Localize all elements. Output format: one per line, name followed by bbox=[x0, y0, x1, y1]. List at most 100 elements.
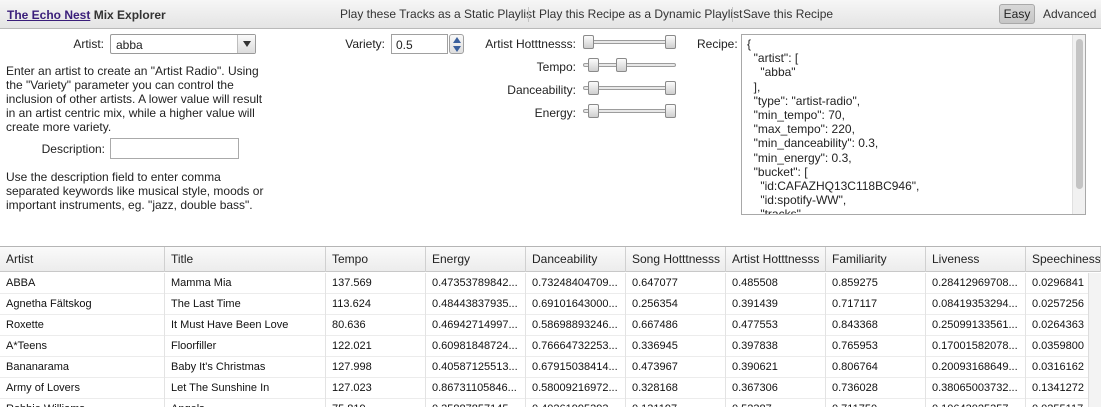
table-cell: 0.58698893246... bbox=[526, 315, 626, 336]
echo-nest-link[interactable]: The Echo Nest bbox=[7, 8, 90, 22]
table-cell: 0.25099133561... bbox=[926, 315, 1026, 336]
recipe-label: Recipe: bbox=[697, 37, 738, 51]
artist-dropdown-button[interactable] bbox=[237, 35, 255, 53]
table-row[interactable]: Army of Lovers Let The Sunshine In 127.023… bbox=[0, 378, 1101, 399]
scrollbar-thumb[interactable] bbox=[1076, 39, 1083, 189]
table-cell: Roxette bbox=[0, 315, 165, 336]
column-header[interactable]: Tempo bbox=[326, 247, 426, 272]
table-row[interactable]: ABBA Mamma Mia 137.569 0.47353789842... 0.73… bbox=[0, 273, 1101, 294]
recipe-json: { "artist": [ "abba" ], "type": "artist-… bbox=[747, 37, 919, 215]
slider-high-handle[interactable] bbox=[665, 81, 676, 95]
recipe-textarea[interactable]: { "artist": [ "abba" ], "type": "artist-… bbox=[741, 34, 1086, 215]
recipe-line: "min_energy": 0.3, bbox=[747, 150, 852, 165]
slider-high-handle[interactable] bbox=[665, 104, 676, 118]
table-cell: 75.819 bbox=[326, 399, 426, 407]
recipe-line: "min_danceability": 0.3, bbox=[747, 136, 879, 151]
app-title-suffix: Mix Explorer bbox=[93, 8, 166, 22]
table-cell: 0.73248404709... bbox=[526, 273, 626, 294]
stepper-down-icon[interactable] bbox=[453, 46, 461, 52]
artist-hotttnesss-label: Artist Hotttnesss: bbox=[485, 37, 576, 51]
table-cell: 80.636 bbox=[326, 315, 426, 336]
table-row[interactable]: Robbie WilliamsAngels75.8190.35887857145… bbox=[0, 399, 1101, 407]
column-header[interactable]: Artist bbox=[0, 247, 165, 272]
table-cell: 0.859275 bbox=[826, 273, 926, 294]
energy-slider[interactable] bbox=[583, 104, 676, 118]
table-cell: 127.998 bbox=[326, 357, 426, 378]
table-cell: 0.328168 bbox=[626, 378, 726, 399]
variety-label: Variety: bbox=[345, 37, 385, 51]
slider-low-handle[interactable] bbox=[583, 35, 594, 49]
artist-hotttnesss-slider[interactable] bbox=[583, 35, 676, 49]
column-header[interactable]: Artist Hotttnesss bbox=[726, 247, 826, 272]
recipe-line: "abba" bbox=[747, 65, 796, 80]
table-cell: Baby It's Christmas bbox=[165, 357, 326, 378]
slider-low-handle[interactable] bbox=[588, 58, 599, 72]
table-cell: It Must Have Been Love bbox=[165, 315, 326, 336]
recipe-line: "max_tempo": 220, bbox=[747, 122, 855, 137]
column-header[interactable]: Speechiness bbox=[1026, 247, 1101, 272]
recipe-line: "tracks" bbox=[747, 207, 801, 215]
slider-high-handle[interactable] bbox=[665, 35, 676, 49]
play-static-playlist-button[interactable]: Play these Tracks as a Static Playlist bbox=[340, 7, 535, 21]
table-cell: 0.08419353294... bbox=[926, 294, 1026, 315]
variety-stepper[interactable] bbox=[449, 34, 464, 54]
table-row[interactable]: A*Teens Floorfiller 122.021 0.60981848724..… bbox=[0, 336, 1101, 357]
table-cell: 0.10643025357... bbox=[926, 399, 1026, 407]
table-cell: 122.021 bbox=[326, 336, 426, 357]
table-cell: 0.367306 bbox=[726, 378, 826, 399]
column-header[interactable]: Liveness bbox=[926, 247, 1026, 272]
description-input[interactable] bbox=[110, 138, 239, 159]
help-line: Use the description field to enter comma bbox=[6, 170, 221, 184]
app-title: The Echo Nest Mix Explorer bbox=[7, 8, 166, 22]
table-cell: 0.40261995393... bbox=[526, 399, 626, 407]
table-row[interactable]: Agnetha Fältskog The Last Time 113.624 0.48… bbox=[0, 294, 1101, 315]
table-cell: Let The Sunshine In bbox=[165, 378, 326, 399]
table-cell: 0.69101643000... bbox=[526, 294, 626, 315]
recipe-line: ], bbox=[747, 79, 761, 94]
table-cell: ABBA bbox=[0, 273, 165, 294]
slider-low-handle[interactable] bbox=[588, 104, 599, 118]
table-cell: 0.67915038414... bbox=[526, 357, 626, 378]
column-header[interactable]: Title bbox=[165, 247, 326, 272]
table-cell: 0.717117 bbox=[826, 294, 926, 315]
play-dynamic-playlist-button[interactable]: Play this Recipe as a Dynamic Playlist bbox=[539, 7, 742, 21]
table-cell: Angels bbox=[165, 399, 326, 407]
variety-value: 0.5 bbox=[396, 38, 413, 52]
table-cell: Robbie Williams bbox=[0, 399, 165, 407]
table-cell: 0.485508 bbox=[726, 273, 826, 294]
variety-input[interactable]: 0.5 bbox=[391, 34, 448, 54]
save-recipe-button[interactable]: Save this Recipe bbox=[743, 7, 833, 21]
help-line: Enter an artist to create an "Artist Rad… bbox=[6, 64, 259, 78]
table-cell: 0.46942714997... bbox=[426, 315, 526, 336]
column-header[interactable]: Energy bbox=[426, 247, 526, 272]
table-cell: A*Teens bbox=[0, 336, 165, 357]
slider-high-handle[interactable] bbox=[616, 58, 627, 72]
slider-low-handle[interactable] bbox=[588, 81, 599, 95]
artist-select[interactable]: abba bbox=[110, 34, 256, 54]
description-help-text: Use the description field to enter comma… bbox=[6, 170, 296, 212]
table-row[interactable]: Roxette It Must Have Been Love 80.636 0.469… bbox=[0, 315, 1101, 336]
artist-help-text: Enter an artist to create an "Artist Rad… bbox=[6, 64, 296, 134]
danceability-slider[interactable] bbox=[583, 81, 676, 95]
table-row[interactable]: Bananarama Baby It's Christmas 127.998 0.40… bbox=[0, 357, 1101, 378]
column-header[interactable]: Familiarity bbox=[826, 247, 926, 272]
tempo-slider[interactable] bbox=[583, 58, 676, 72]
table-cell: 0.843368 bbox=[826, 315, 926, 336]
chevron-down-icon bbox=[243, 41, 251, 47]
table-scrollbar[interactable] bbox=[1088, 273, 1101, 407]
column-header[interactable]: Danceability bbox=[526, 247, 626, 272]
help-line: inclusion of other artists. A lower valu… bbox=[6, 92, 263, 106]
column-header[interactable]: Song Hotttnesss bbox=[626, 247, 726, 272]
artist-value: abba bbox=[116, 38, 143, 52]
stepper-up-icon[interactable] bbox=[453, 37, 461, 43]
table-cell: 0.76664732253... bbox=[526, 336, 626, 357]
recipe-line: "min_tempo": 70, bbox=[747, 108, 845, 123]
advanced-mode-button[interactable]: Advanced bbox=[1043, 7, 1096, 21]
help-line: create more variety. bbox=[6, 120, 112, 134]
easy-mode-button[interactable]: Easy bbox=[999, 4, 1035, 24]
help-line: separated keywords like musical style, m… bbox=[6, 184, 264, 198]
recipe-scrollbar[interactable] bbox=[1072, 35, 1085, 214]
help-line: important instruments, eg. "jazz, double… bbox=[6, 198, 253, 212]
help-line: the "Variety" parameter you can control … bbox=[6, 78, 234, 92]
table-cell: 0.60981848724... bbox=[426, 336, 526, 357]
